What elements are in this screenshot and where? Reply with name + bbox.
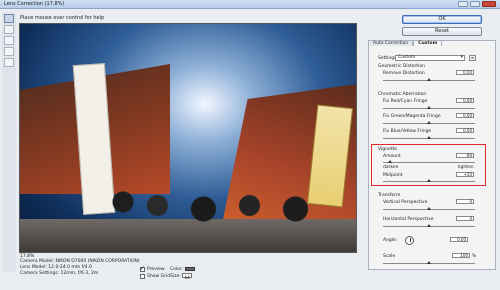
camera-settings: Camera Settings: 12mm, f/6.3, 2m	[20, 271, 99, 276]
transform-header: Transform	[378, 193, 401, 198]
grid-options: Color: Size: 64	[170, 266, 195, 280]
title-bar: Lens Correction (17.8%)	[0, 0, 500, 9]
vertical-perspective-slider[interactable]	[383, 207, 475, 210]
grid-color-swatch[interactable]	[184, 266, 195, 271]
scale-field[interactable]: 100	[452, 253, 470, 258]
vertical-perspective-label: Vertical Perspective	[383, 200, 428, 205]
grid-size-label: Size:	[170, 274, 181, 279]
remove-distortion-slider[interactable]	[383, 78, 475, 81]
fix-red-cyan-label: Fix Red/Cyan Fringe	[383, 99, 428, 104]
settings-dropdown[interactable]: Custom	[395, 55, 465, 61]
angle-field[interactable]: 0.00	[450, 237, 468, 242]
vignette-amount-label: Amount	[383, 154, 401, 159]
horizontal-perspective-field[interactable]: 0	[456, 216, 474, 221]
fix-red-cyan-field[interactable]: 0.00	[456, 98, 474, 103]
ok-button[interactable]: OK	[402, 15, 482, 24]
vignette-amount-field[interactable]: -90	[456, 153, 474, 158]
move-grid-tool-icon[interactable]	[4, 36, 14, 45]
slider-thumb[interactable]	[427, 121, 431, 124]
grid-color-label: Color:	[170, 267, 184, 272]
horizontal-perspective-label: Horizontal Perspective	[383, 217, 434, 222]
vignette-amount-slider[interactable]	[383, 160, 475, 163]
slider-thumb[interactable]	[427, 207, 431, 210]
scale-unit: %	[472, 254, 477, 259]
fix-green-magenta-label: Fix Green/Magenta Fringe	[383, 114, 441, 119]
show-grid-checkbox[interactable]	[140, 274, 145, 279]
settings-menu-button[interactable]: ≡	[469, 55, 476, 61]
vignette-midpoint-label: Midpoint	[383, 173, 403, 178]
slider-thumb[interactable]	[427, 261, 431, 264]
camera-info: Camera Model: NIKON D7000 (NIKON CORPORA…	[20, 259, 140, 277]
fix-green-magenta-slider[interactable]	[383, 121, 475, 124]
tab-auto-correction[interactable]: Auto Correction	[368, 40, 414, 46]
remove-distortion-label: Remove Distortion	[383, 71, 425, 76]
fix-blue-yellow-field[interactable]: 0.00	[456, 128, 474, 133]
preview-checkbox[interactable]	[140, 265, 145, 272]
remove-distortion-field[interactable]: 0.00	[456, 70, 474, 75]
grid-size-field[interactable]: 64	[182, 273, 193, 280]
photo-crowd	[100, 174, 330, 244]
zoom-tool-icon[interactable]	[4, 58, 14, 67]
tool-palette	[2, 12, 16, 272]
slider-thumb[interactable]	[427, 179, 431, 182]
reset-button[interactable]: Reset	[402, 27, 482, 36]
fix-blue-yellow-slider[interactable]	[383, 136, 475, 139]
window-title: Lens Correction (17.8%)	[4, 1, 65, 7]
minimize-button[interactable]	[458, 1, 468, 7]
hand-tool-icon[interactable]	[4, 47, 14, 56]
vignette-midpoint-slider[interactable]	[383, 179, 475, 182]
slider-thumb[interactable]	[427, 106, 431, 109]
chromatic-aberration-header: Chromatic Aberration	[378, 92, 427, 97]
fix-red-cyan-slider[interactable]	[383, 106, 475, 109]
window-controls	[458, 1, 496, 7]
scale-slider[interactable]	[383, 261, 475, 264]
maximize-button[interactable]	[470, 1, 480, 7]
slider-thumb[interactable]	[388, 160, 392, 163]
vertical-perspective-field[interactable]: 0	[456, 199, 474, 204]
preview-options: Preview Show Grid	[140, 265, 171, 280]
slider-thumb[interactable]	[427, 78, 431, 81]
slider-thumb[interactable]	[427, 136, 431, 139]
slider-thumb[interactable]	[427, 224, 431, 227]
preview-canvas[interactable]	[19, 23, 357, 253]
remove-distortion-tool-icon[interactable]	[4, 14, 14, 23]
help-hint: Place mouse over control for help	[20, 15, 105, 21]
angle-dial-icon[interactable]	[405, 236, 414, 245]
horizontal-perspective-slider[interactable]	[383, 224, 475, 227]
panel-tabs: Auto Correction Custom	[368, 40, 443, 46]
scale-label: Scale	[383, 254, 396, 259]
geometric-distortion-header: Geometric Distortion	[378, 64, 425, 69]
tab-custom[interactable]: Custom	[413, 40, 443, 46]
close-button[interactable]	[482, 1, 496, 7]
fix-green-magenta-field[interactable]: 0.00	[456, 113, 474, 118]
straighten-tool-icon[interactable]	[4, 25, 14, 34]
darken-label: darken	[383, 165, 399, 170]
fix-blue-yellow-label: Fix Blue/Yellow Fringe	[383, 129, 432, 134]
preview-label: Preview	[147, 267, 165, 272]
lighten-label: lighten	[458, 165, 474, 170]
angle-label: Angle:	[383, 238, 398, 243]
vignette-midpoint-field[interactable]: +50	[456, 172, 474, 177]
show-grid-label: Show Grid	[147, 274, 171, 279]
vignette-header: Vignette	[378, 147, 398, 152]
